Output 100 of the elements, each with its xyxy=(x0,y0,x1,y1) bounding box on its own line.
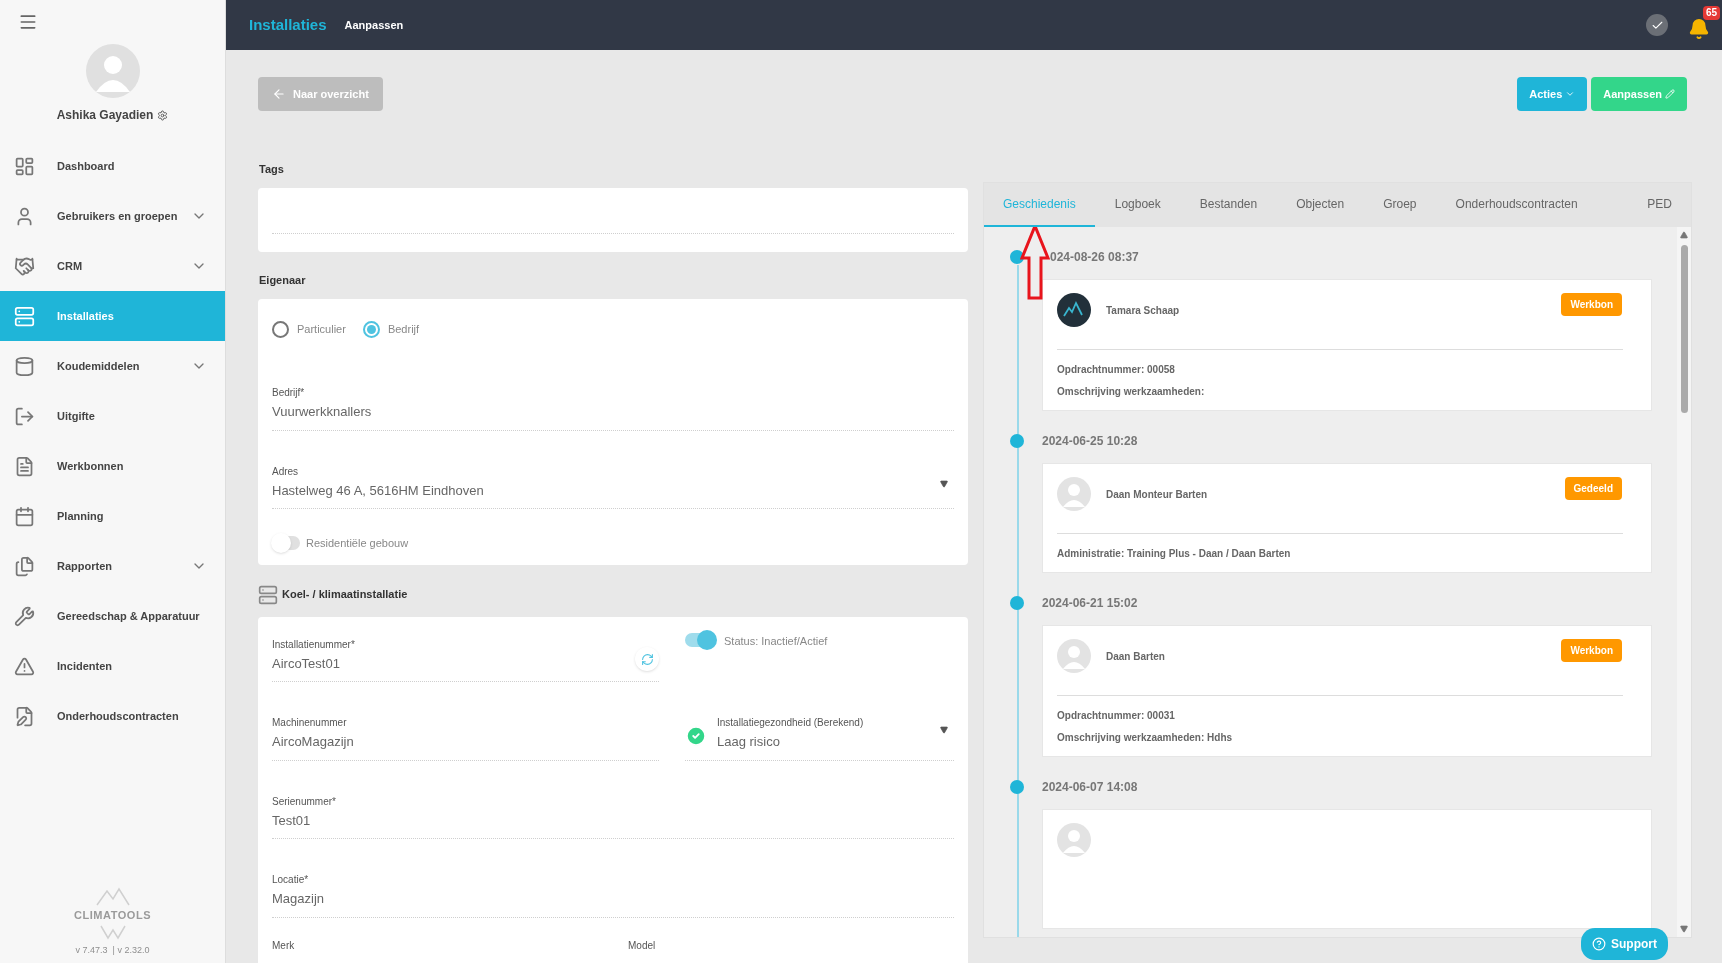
field-label: Bedrijf* xyxy=(272,386,306,400)
sidebar-label: Gereedschap & Apparatuur xyxy=(57,608,201,624)
tab[interactable]: Onderhoudscontracten xyxy=(1436,183,1597,227)
user-name: Daan Monteur Barten xyxy=(1106,488,1208,502)
sidebar-item[interactable]: Gereedschap & Apparatuur xyxy=(0,591,225,641)
version-text: v 7.47.3 | v 2.32.0 xyxy=(75,943,150,957)
entry-text: Opdrachtnummer: 00031 xyxy=(1057,709,1176,723)
page-subtitle: Aanpassen xyxy=(344,17,404,33)
text-field[interactable]: Installatienummer* AircoTest01 xyxy=(272,636,659,682)
user-name: Ashika Gayadien xyxy=(56,107,154,124)
residential-toggle[interactable]: Residentiële gebouw xyxy=(272,535,409,552)
tab[interactable]: Groep xyxy=(1364,183,1436,227)
handshake-icon xyxy=(14,255,35,277)
status-badge: Werkbon xyxy=(1561,293,1622,316)
entry-date: 2024-06-21 15:02 xyxy=(1042,595,1138,612)
health-select[interactable]: Installatiegezondheid (Berekend) Laag risico xyxy=(685,715,954,761)
calendar-icon xyxy=(14,505,35,527)
sidebar-item[interactable]: Uitgifte xyxy=(0,391,225,441)
tab[interactable]: Objecten xyxy=(1277,183,1364,227)
unit-icon xyxy=(258,584,278,605)
field-value: AircoMagazijn xyxy=(272,733,355,751)
field-value: AircoTest01 xyxy=(272,654,341,673)
status-badge: Werkbon xyxy=(1561,639,1622,662)
sidebar-item[interactable]: CRM xyxy=(0,241,225,291)
brand-name: CLIMATOOLS xyxy=(73,908,152,923)
chevron-icon xyxy=(1565,89,1576,99)
status-badge: Gedeeld xyxy=(1564,477,1622,500)
scroll-up-icon[interactable] xyxy=(1680,231,1688,239)
radio-label: Particulier xyxy=(297,322,346,338)
field-label: Merk xyxy=(272,938,296,953)
sidebar-label: Uitgifte xyxy=(57,408,96,424)
sidebar-label: Rapporten xyxy=(57,558,113,574)
help-icon xyxy=(1592,937,1606,951)
bell-icon xyxy=(1688,18,1710,40)
cylinder-icon xyxy=(14,355,35,377)
sidebar-item[interactable]: Koudemiddelen xyxy=(0,341,225,391)
tab[interactable]: Bestanden xyxy=(1180,183,1277,227)
field-label: Locatie* xyxy=(272,873,310,887)
section-title: Tags xyxy=(259,162,285,177)
field-label: Adres xyxy=(272,464,300,479)
address-select[interactable]: Adres Hastelweg 46 A, 5616HM Eindhoven xyxy=(272,463,954,509)
settings-icon[interactable] xyxy=(157,109,169,121)
toggle-label: Residentiële gebouw xyxy=(306,536,409,551)
document-pen-icon xyxy=(14,705,35,727)
refresh-icon xyxy=(640,652,654,666)
exit-icon xyxy=(14,405,35,427)
field-value: Laag risico xyxy=(717,733,781,751)
sidebar-label: Planning xyxy=(57,508,105,524)
section-title: Eigenaar xyxy=(259,272,307,288)
scrollbar-thumb[interactable] xyxy=(1680,245,1688,413)
sidebar-item[interactable]: Planning xyxy=(0,491,225,541)
field-label: Serienummer* xyxy=(272,794,337,809)
avatar-icon xyxy=(1057,477,1091,511)
scroll-down-icon[interactable] xyxy=(1680,925,1688,933)
dropdown-icon xyxy=(940,725,948,734)
entry-text: Opdrachtnummer: 00058 xyxy=(1057,363,1176,377)
radio-label: Bedrijf xyxy=(387,322,420,338)
tab[interactable]: Logboek xyxy=(1095,183,1180,227)
sidebar-item[interactable]: Incidenten xyxy=(0,641,225,691)
text-field[interactable]: Machinenummer AircoMagazijn xyxy=(272,715,659,761)
sidebar-item[interactable]: Rapporten xyxy=(0,541,225,591)
text-field[interactable]: Serienummer* Test01 xyxy=(272,793,954,839)
avatar-icon xyxy=(85,44,140,98)
avatar-icon xyxy=(1057,639,1091,673)
status-toggle[interactable]: Status: Inactief/Actief xyxy=(685,628,954,649)
field-value: Vuurwerkknallers xyxy=(272,403,373,421)
field-label: Installatienummer* xyxy=(272,637,356,652)
sidebar-item[interactable]: Dashboard xyxy=(0,141,225,191)
text-field[interactable]: Locatie* Magazijn xyxy=(272,872,954,918)
sidebar-item[interactable]: Onderhoudscontracten xyxy=(0,691,225,741)
sidebar-item[interactable]: Gebruikers en groepen xyxy=(0,191,225,241)
field-value: Test01 xyxy=(272,811,312,830)
tab[interactable]: PED xyxy=(1628,183,1691,227)
sidebar-label: Incidenten xyxy=(57,658,113,674)
radio-option[interactable]: Particulier xyxy=(272,321,346,338)
section-title: Koel- / klimaatinstallatie xyxy=(282,587,408,603)
sidebar-label: Dashboard xyxy=(57,158,116,174)
avatar-icon xyxy=(1057,823,1091,857)
text-field[interactable]: Bedrijf* Vuurwerkknallers xyxy=(272,385,954,431)
sidebar-label: CRM xyxy=(57,258,84,274)
menu-icon[interactable] xyxy=(18,12,38,32)
entry-date: 2024-06-25 10:28 xyxy=(1042,433,1138,450)
user-name: Daan Barten xyxy=(1106,650,1165,664)
notification-count: 65 xyxy=(1702,6,1720,20)
scrollbar[interactable] xyxy=(1677,227,1691,937)
warning-icon xyxy=(14,655,35,677)
radio-option[interactable]: Bedrijf xyxy=(362,321,420,338)
wrench-icon xyxy=(14,605,35,627)
dashboard-icon xyxy=(14,155,35,177)
field-label: Machinenummer xyxy=(272,716,348,730)
check-button[interactable] xyxy=(1646,14,1668,36)
entry-date: 2024-06-07 14:08 xyxy=(1042,779,1138,796)
user-name: Tamara Schaap xyxy=(1106,304,1180,318)
entry-text: Omschrijving werkzaamheden: Hdhs xyxy=(1057,731,1234,745)
logo-icon xyxy=(97,923,128,940)
dropdown-icon xyxy=(940,480,948,488)
sidebar-item[interactable]: Werkbonnen xyxy=(0,441,225,491)
entry-date: 024-08-26 08:37 xyxy=(1050,249,1139,266)
entry-text: Omschrijving werkzaamheden: xyxy=(1057,385,1206,399)
check-circle-icon xyxy=(685,724,707,747)
